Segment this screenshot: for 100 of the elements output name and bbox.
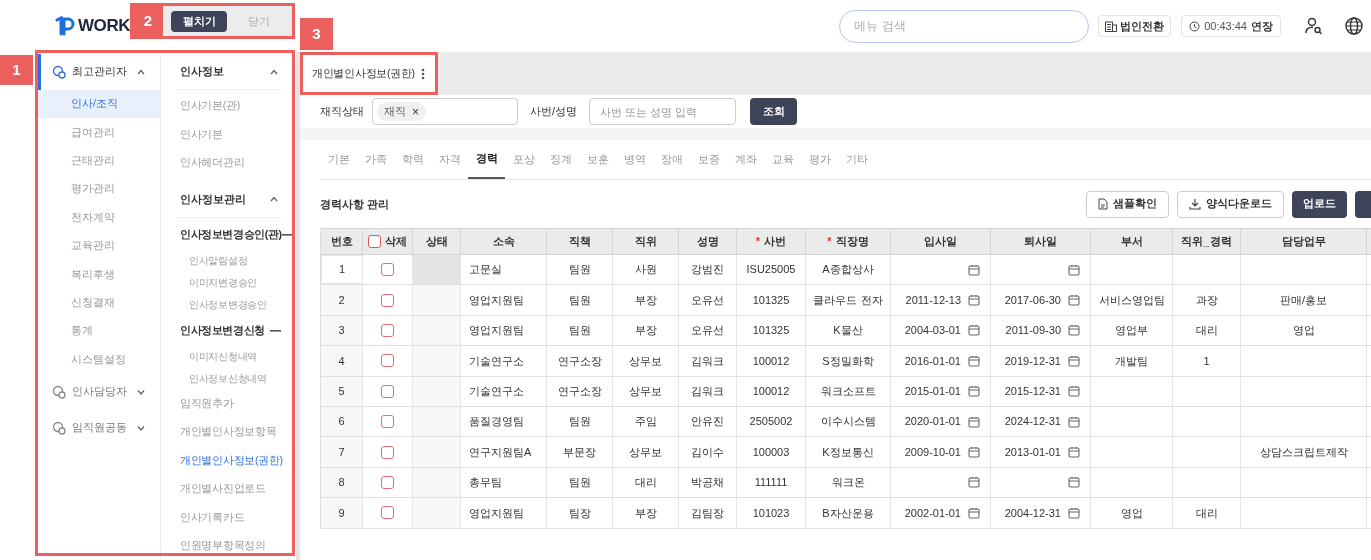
- calendar-icon[interactable]: [968, 506, 980, 519]
- date-cell[interactable]: 2004-12-31: [991, 498, 1091, 528]
- submenu-item[interactable]: 인사기록카드: [161, 503, 296, 532]
- action-button[interactable]: [1355, 190, 1371, 218]
- calendar-icon[interactable]: [968, 354, 980, 367]
- tab[interactable]: 병역: [616, 140, 653, 179]
- date-cell[interactable]: 2013-01-01: [991, 437, 1091, 467]
- calendar-icon[interactable]: [968, 294, 980, 307]
- search-field[interactable]: 메뉴 검색: [839, 9, 1090, 43]
- sidebar-group[interactable]: 인사담당자: [38, 373, 160, 410]
- tab[interactable]: 장애: [653, 140, 690, 179]
- tab[interactable]: 교육: [764, 140, 801, 179]
- calendar-icon[interactable]: [1068, 324, 1080, 337]
- checkbox[interactable]: [381, 293, 394, 307]
- search-button[interactable]: 조회: [750, 98, 798, 125]
- tab[interactable]: 경력: [468, 140, 505, 179]
- sidebar-group[interactable]: 임직원공동: [38, 409, 160, 446]
- submenu-item[interactable]: 인사정보신청내역: [161, 367, 296, 390]
- date-cell[interactable]: 2002-01-01: [891, 498, 991, 528]
- sidebar-item[interactable]: 인사/조직: [38, 90, 160, 119]
- calendar-icon[interactable]: [968, 263, 980, 276]
- calendar-icon[interactable]: [1068, 294, 1080, 307]
- toggle-option[interactable]: 펼치기: [171, 10, 227, 32]
- sample-button[interactable]: 샘플확인: [1086, 190, 1169, 218]
- checkbox[interactable]: [381, 323, 394, 337]
- calendar-icon[interactable]: [1068, 506, 1080, 519]
- submenu-item[interactable]: 인사기본: [161, 120, 296, 149]
- submenu-item[interactable]: 인사알림설정: [161, 249, 296, 272]
- calendar-icon[interactable]: [968, 324, 980, 337]
- date-cell[interactable]: 2024-12-31: [991, 406, 1091, 437]
- globe-icon[interactable]: [1345, 17, 1363, 35]
- tab[interactable]: 기타: [838, 140, 875, 179]
- tab[interactable]: 평가: [801, 140, 838, 179]
- status-select[interactable]: 재직 ×: [372, 98, 518, 125]
- date-cell[interactable]: 2011-09-30: [991, 315, 1091, 346]
- checkbox[interactable]: [381, 506, 394, 520]
- sidebar-item[interactable]: 복리후생: [38, 260, 160, 289]
- checkbox[interactable]: [381, 445, 394, 459]
- calendar-icon[interactable]: [1068, 476, 1080, 489]
- checkbox[interactable]: [381, 475, 394, 489]
- calendar-icon[interactable]: [1068, 446, 1080, 459]
- date-cell[interactable]: 2017-06-30: [991, 285, 1091, 315]
- submenu-section[interactable]: 인사정보관리: [176, 181, 281, 218]
- tab[interactable]: 보증: [690, 140, 727, 179]
- tab[interactable]: 기본: [320, 140, 357, 179]
- tab[interactable]: 보훈: [579, 140, 616, 179]
- sidebar-item[interactable]: 신청결재: [38, 288, 160, 318]
- checkbox[interactable]: [368, 235, 381, 248]
- date-cell[interactable]: 2019-12-31: [991, 346, 1091, 376]
- calendar-icon[interactable]: [968, 446, 980, 459]
- sidebar-item[interactable]: 통계: [38, 317, 160, 346]
- tab[interactable]: 포상: [505, 140, 542, 179]
- checkbox[interactable]: [381, 384, 394, 398]
- calendar-icon[interactable]: [968, 476, 980, 489]
- sidebar-item[interactable]: 시스템설정: [38, 345, 160, 374]
- date-cell[interactable]: 2011-12-13: [891, 285, 991, 315]
- submenu-item[interactable]: 인사기본(관): [161, 92, 296, 121]
- submenu-item[interactable]: 임직원추가: [161, 389, 296, 418]
- id-search-field[interactable]: 사번 또는 성명 입력: [589, 98, 737, 125]
- checkbox[interactable]: [381, 415, 394, 429]
- sidebar-item[interactable]: 근태관리: [38, 146, 160, 176]
- tab[interactable]: 징계: [542, 140, 579, 179]
- date-cell[interactable]: 2004-03-01: [891, 315, 991, 346]
- more-icon[interactable]: [420, 67, 425, 80]
- calendar-icon[interactable]: [1068, 415, 1080, 428]
- checkbox[interactable]: [381, 354, 394, 368]
- submenu-item[interactable]: 인사헤더관리: [161, 149, 296, 178]
- date-cell[interactable]: 2016-01-01: [891, 346, 991, 376]
- submenu-item[interactable]: 개인별인사정보항목: [161, 418, 296, 447]
- tab[interactable]: 계좌: [727, 140, 764, 179]
- calendar-icon[interactable]: [968, 415, 980, 428]
- upload-button[interactable]: 업로드: [1292, 190, 1347, 218]
- user-search-icon[interactable]: [1305, 17, 1323, 35]
- date-cell[interactable]: 2015-01-01: [891, 376, 991, 406]
- download-button[interactable]: 양식다운로드: [1177, 190, 1284, 218]
- sidebar-item[interactable]: 급여관리: [38, 118, 160, 147]
- date-cell[interactable]: 2015-12-31: [991, 376, 1091, 406]
- sidebar-item[interactable]: 전자계약: [38, 203, 160, 232]
- calendar-icon[interactable]: [1068, 385, 1080, 398]
- date-cell[interactable]: 2009-10-01: [891, 437, 991, 467]
- submenu-section[interactable]: 인사정보: [176, 54, 281, 90]
- calendar-icon[interactable]: [1068, 354, 1080, 367]
- date-cell[interactable]: 2020-01-01: [891, 406, 991, 437]
- calendar-icon[interactable]: [968, 385, 980, 398]
- toggle-option[interactable]: 닫기: [231, 10, 287, 32]
- company-switch-button[interactable]: 법인전환: [1098, 15, 1172, 37]
- submenu-item[interactable]: 이미지변경승인: [161, 271, 296, 294]
- extend-link[interactable]: 연장: [1251, 17, 1273, 35]
- sidebar-item[interactable]: 평가관리: [38, 175, 160, 204]
- submenu-item[interactable]: 이미지신청내역: [161, 345, 296, 368]
- submenu-group[interactable]: 인사정보변경승인(관): [161, 219, 296, 250]
- submenu-group[interactable]: 인사정보변경신청: [161, 315, 296, 346]
- submenu-item[interactable]: 개인별인사정보(권한): [161, 446, 296, 475]
- tab[interactable]: 가족: [357, 140, 394, 179]
- submenu-item[interactable]: 인사정보변경승인: [161, 293, 296, 316]
- tab[interactable]: 학력: [394, 140, 431, 179]
- submenu-item[interactable]: 인원명부항목정의: [161, 532, 296, 560]
- chip-remove-button[interactable]: ×: [412, 102, 419, 121]
- sidebar-item[interactable]: 교육관리: [38, 231, 160, 261]
- tab[interactable]: 자격: [431, 140, 468, 179]
